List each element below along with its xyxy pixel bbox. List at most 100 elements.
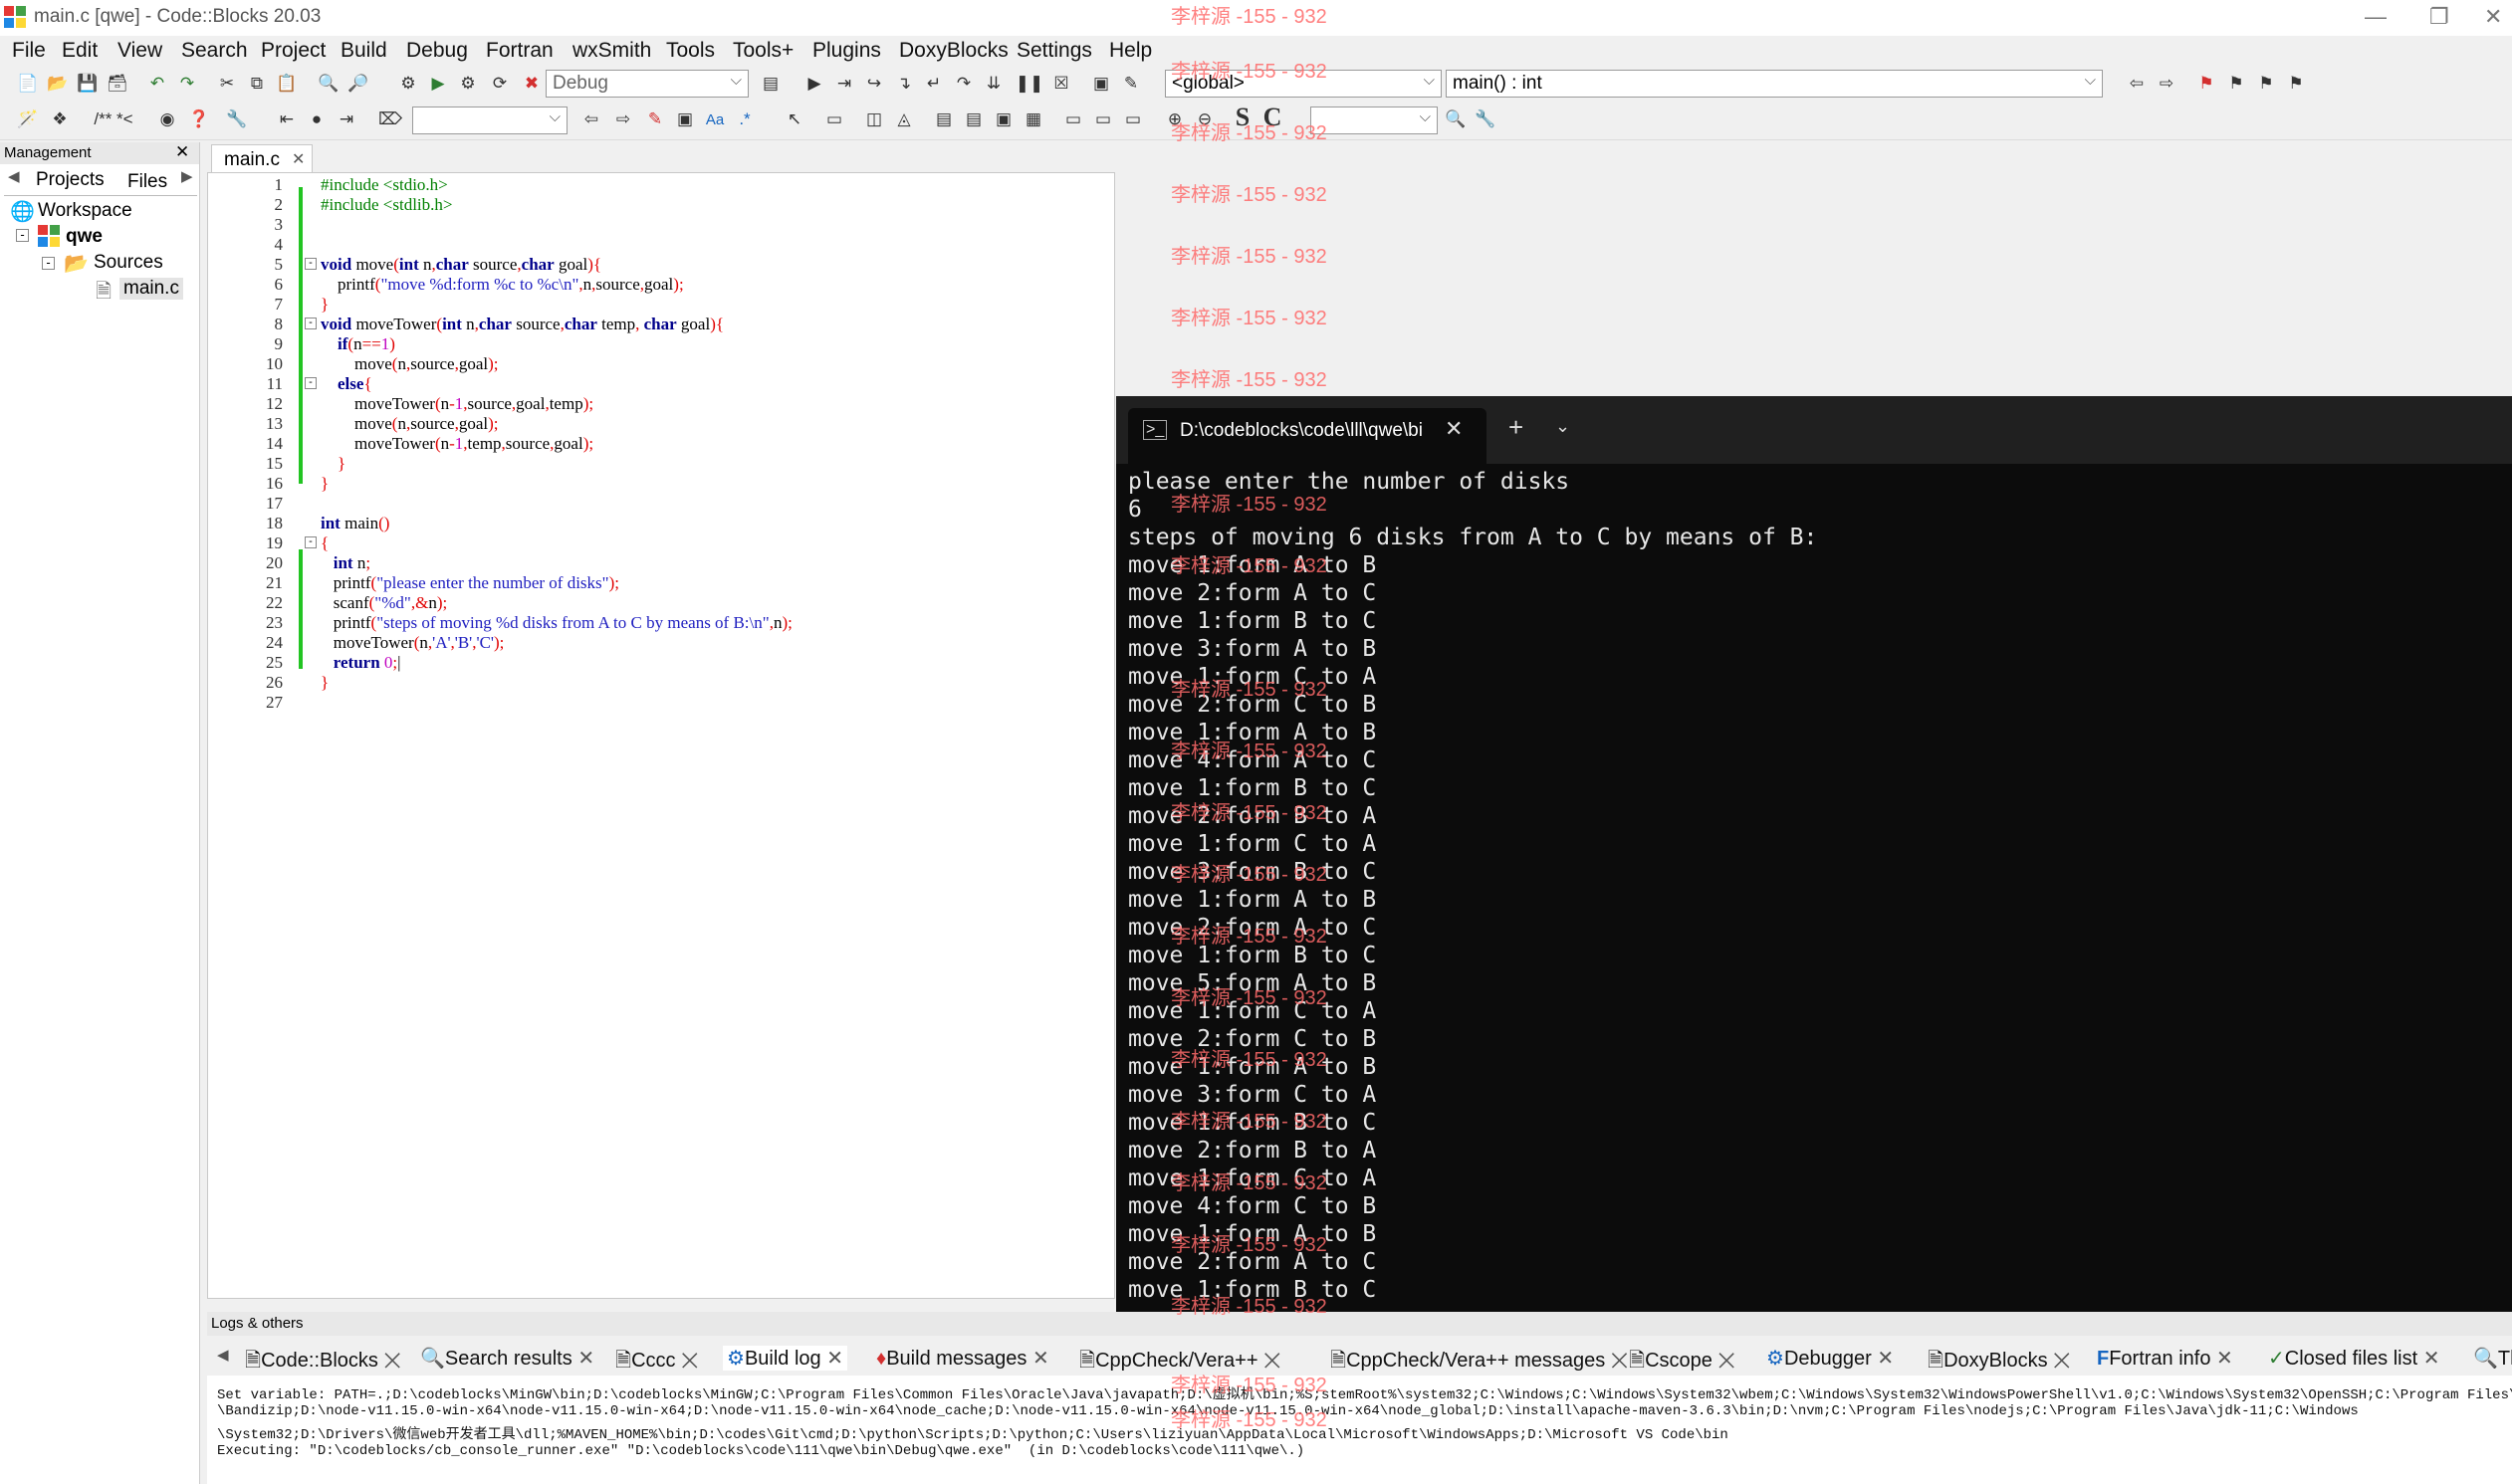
- menu-doxyblocks[interactable]: DoxyBlocks: [899, 39, 1009, 63]
- menu-tools-plus[interactable]: Tools+: [733, 39, 794, 63]
- close-icon[interactable]: ✕: [577, 1348, 594, 1370]
- tab-files[interactable]: Files: [127, 171, 167, 193]
- tab-doxyblocks[interactable]: 🗎DoxyBlocks ✕: [1928, 1346, 2070, 1379]
- tab-scroll-left-icon[interactable]: ◀: [8, 167, 20, 185]
- close-icon[interactable]: ✕: [384, 1350, 401, 1372]
- symbol-combo[interactable]: ⌵: [1310, 106, 1438, 134]
- find-prev-icon[interactable]: ⇦: [579, 107, 603, 131]
- build-gear-icon[interactable]: ⚙: [396, 72, 420, 96]
- tab-closed-files[interactable]: ✓Closed files list ✕: [2268, 1346, 2439, 1371]
- regex-icon[interactable]: .*: [733, 107, 757, 131]
- close-icon[interactable]: ✕: [1877, 1348, 1894, 1370]
- record-icon[interactable]: ●: [305, 107, 329, 131]
- minimize-icon[interactable]: —: [2365, 4, 2387, 30]
- tab-build-log[interactable]: ⚙Build log ✕: [723, 1346, 847, 1371]
- menu-fortran[interactable]: Fortran: [486, 39, 554, 63]
- tab-build-messages[interactable]: ♦Build messages ✕: [876, 1346, 1049, 1371]
- doxy-run-icon[interactable]: ◉: [155, 107, 179, 131]
- bookmark-clear-icon[interactable]: ⚑: [2284, 72, 2308, 96]
- tab-main-c[interactable]: main.c ✕: [211, 144, 313, 173]
- close-icon[interactable]: ✕: [681, 1350, 698, 1372]
- bookmark-prev-icon[interactable]: ⚑: [2224, 72, 2248, 96]
- find-next-icon[interactable]: ⇨: [611, 107, 635, 131]
- plugin-icon[interactable]: ❖: [48, 107, 72, 131]
- step-into-icon[interactable]: ↴: [892, 72, 916, 96]
- fold-toggle-icon[interactable]: -: [305, 258, 317, 270]
- select-cursor-icon[interactable]: ↖: [783, 107, 806, 131]
- close-icon[interactable]: ✕: [1032, 1348, 1049, 1370]
- bookmark-toggle-icon[interactable]: ⚑: [2194, 72, 2218, 96]
- debug-windows-icon[interactable]: ▣: [1089, 72, 1113, 96]
- symbol-settings-icon[interactable]: 🔧: [1474, 107, 1497, 131]
- shape-rect-icon[interactable]: ▭: [822, 107, 846, 131]
- close-icon[interactable]: ✕: [2216, 1348, 2233, 1370]
- undo-icon[interactable]: ↶: [145, 72, 169, 96]
- pause-icon[interactable]: ❚❚: [1016, 72, 1044, 96]
- tab-scroll-right-icon[interactable]: ▶: [181, 167, 193, 185]
- tab-debugger[interactable]: ⚙Debugger ✕: [1766, 1346, 1894, 1371]
- close-icon[interactable]: ✕: [2423, 1348, 2440, 1370]
- step-instruction-icon[interactable]: ⇊: [982, 72, 1006, 96]
- step-out-icon[interactable]: ↵: [922, 72, 946, 96]
- shape-switch-icon[interactable]: ▤: [962, 107, 986, 131]
- jump-back-icon[interactable]: ⇦: [2125, 72, 2149, 96]
- run-to-cursor-icon[interactable]: ⇥: [832, 72, 856, 96]
- first-icon[interactable]: ⇤: [275, 107, 299, 131]
- menu-help[interactable]: Help: [1109, 39, 1152, 63]
- close-icon[interactable]: ✕: [2053, 1350, 2070, 1372]
- copy-icon[interactable]: ⧉: [245, 72, 269, 96]
- various-info-icon[interactable]: ✎: [1119, 72, 1143, 96]
- shape-decision-icon[interactable]: ◫: [862, 107, 886, 131]
- doc-comment-button[interactable]: /** *<: [84, 107, 143, 131]
- close-window-icon[interactable]: ✕: [2484, 4, 2502, 30]
- menu-edit[interactable]: Edit: [62, 39, 98, 63]
- shape-loop-icon[interactable]: ◬: [892, 107, 916, 131]
- replace-icon[interactable]: 🔎: [346, 72, 370, 96]
- search-combo[interactable]: ⌵: [412, 106, 568, 134]
- menu-wxsmith[interactable]: wxSmith: [572, 39, 651, 63]
- tree-workspace[interactable]: Workspace: [38, 200, 132, 222]
- save-icon[interactable]: 💾: [76, 72, 100, 96]
- next-instruction-icon[interactable]: ↷: [952, 72, 976, 96]
- tab-fortran-info[interactable]: FFortran info ✕: [2097, 1346, 2233, 1371]
- tree-file-main-c[interactable]: main.c: [119, 278, 183, 300]
- tab-scroll-left-icon[interactable]: ◀: [217, 1346, 229, 1364]
- menu-build[interactable]: Build: [341, 39, 387, 63]
- close-icon[interactable]: ✕: [175, 142, 189, 162]
- rebuild-icon[interactable]: ⟳: [488, 72, 512, 96]
- match-case-icon[interactable]: Aa: [703, 107, 727, 131]
- menu-settings[interactable]: Settings: [1017, 39, 1092, 63]
- close-icon[interactable]: ✕: [292, 149, 305, 169]
- chevron-down-icon[interactable]: ⌄: [1555, 416, 1570, 437]
- close-icon[interactable]: ✕: [826, 1348, 843, 1370]
- clear-icon[interactable]: ⌦: [378, 107, 402, 131]
- menu-search[interactable]: Search: [181, 39, 248, 63]
- tab-cppcheck-messages[interactable]: 🗎CppCheck/Vera++ messages ✕: [1330, 1346, 1628, 1379]
- close-icon[interactable]: ✕: [1717, 1350, 1734, 1372]
- menu-plugins[interactable]: Plugins: [812, 39, 881, 63]
- menu-tools[interactable]: Tools: [666, 39, 715, 63]
- tab-thread-search[interactable]: 🔍Th: [2473, 1346, 2512, 1371]
- symbol-search-icon[interactable]: 🔍: [1444, 107, 1468, 131]
- save-all-icon[interactable]: 🗃: [106, 72, 129, 96]
- tree-sources[interactable]: Sources: [94, 252, 163, 274]
- next-line-icon[interactable]: ↪: [862, 72, 886, 96]
- new-tab-icon[interactable]: +: [1508, 412, 1523, 443]
- function-select[interactable]: main() : int ⌵: [1446, 70, 2103, 98]
- bookmark-next-icon[interactable]: ⚑: [2254, 72, 2278, 96]
- tree-project[interactable]: qwe: [66, 226, 103, 248]
- new-file-icon[interactable]: 📄: [16, 72, 40, 96]
- tab-cccc[interactable]: 🗎Cccc ✕: [615, 1346, 698, 1379]
- fold-toggle-icon[interactable]: -: [305, 536, 317, 548]
- close-icon[interactable]: ✕: [1611, 1350, 1628, 1372]
- menu-view[interactable]: View: [117, 39, 162, 63]
- redo-icon[interactable]: ↷: [175, 72, 199, 96]
- collapse-toggle-icon[interactable]: -: [16, 228, 29, 242]
- stop-debug-icon[interactable]: ☒: [1049, 72, 1073, 96]
- collapse-toggle-icon[interactable]: -: [42, 256, 55, 270]
- highlight-icon[interactable]: ✎: [643, 107, 667, 131]
- tab-search-results[interactable]: 🔍Search results ✕: [420, 1346, 594, 1371]
- run-icon[interactable]: ▶: [426, 72, 450, 96]
- tab-cscope[interactable]: 🗎Cscope ✕: [1629, 1346, 1735, 1379]
- shape-block-icon[interactable]: ▤: [932, 107, 956, 131]
